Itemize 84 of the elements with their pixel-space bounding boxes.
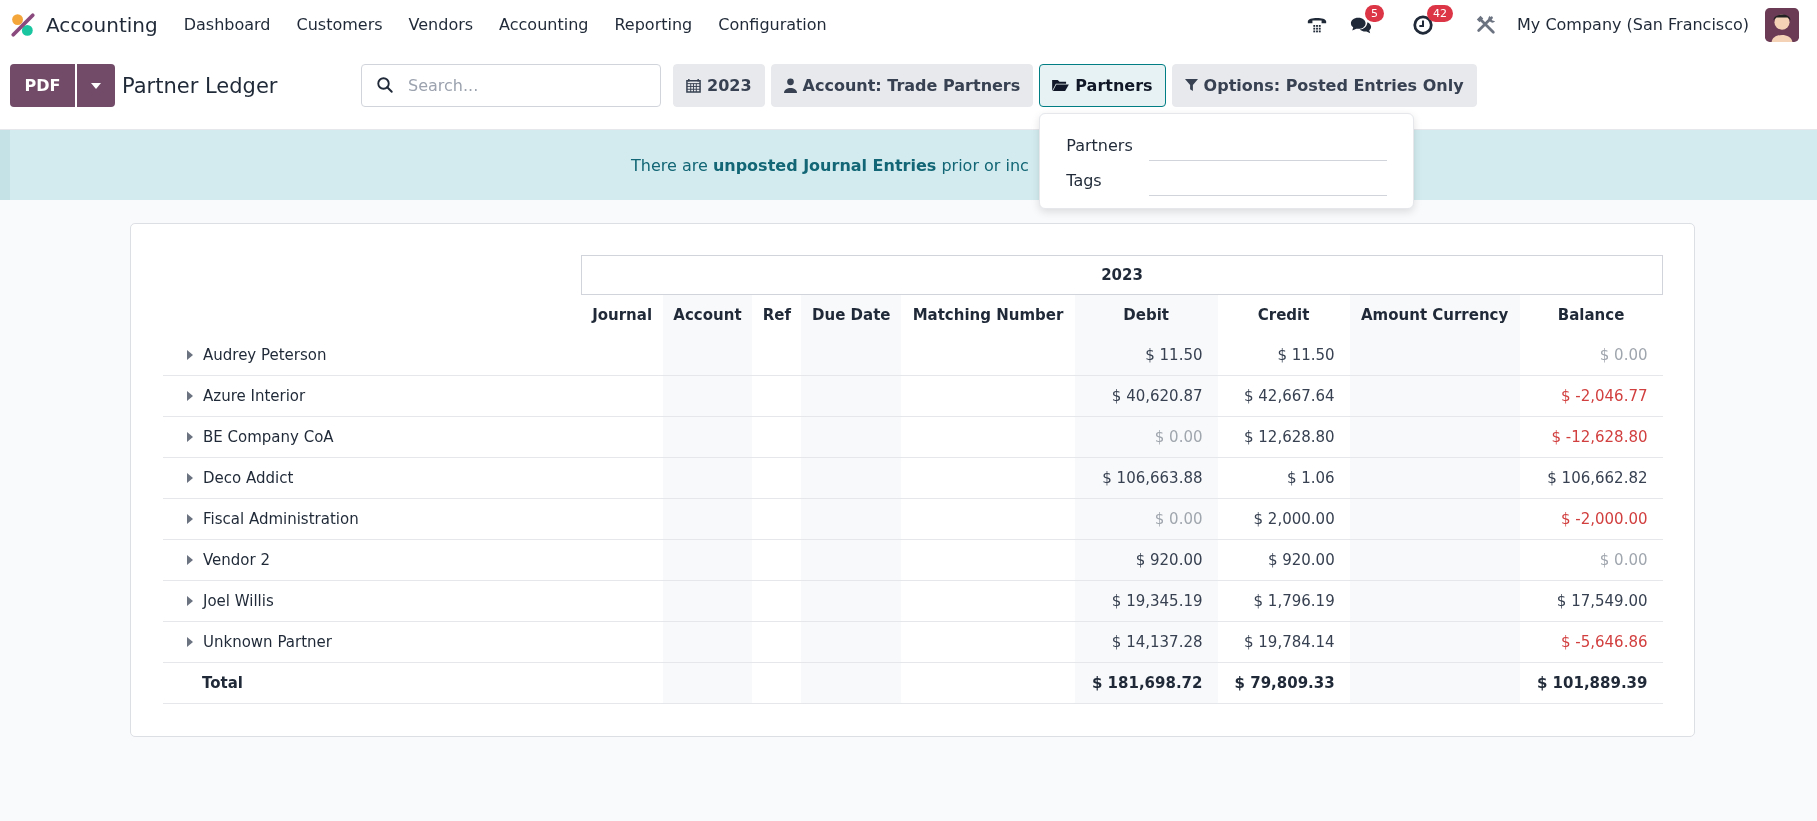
filter-button[interactable]: Account: Trade Partners — [770, 64, 1034, 107]
caret-icon — [91, 82, 101, 89]
menu-item[interactable]: Accounting — [499, 15, 589, 34]
caret-right-icon[interactable] — [187, 432, 193, 442]
caret-right-icon[interactable] — [187, 514, 193, 524]
filter-button[interactable]: 2023 — [673, 64, 765, 107]
menu-item[interactable]: Configuration — [718, 15, 827, 34]
search-icon — [376, 76, 394, 94]
amount-cell: $ 2,000.00 — [1253, 510, 1335, 528]
folder-icon — [1052, 79, 1070, 92]
banner-text: There are unposted Journal Entries prior or inc — [631, 155, 1029, 175]
user-icon — [783, 78, 797, 93]
column-group-header: 2023 — [581, 255, 1663, 295]
amount-cell: $ 17,549.00 — [1556, 592, 1648, 610]
partner-name[interactable]: Vendor 2 — [203, 551, 270, 569]
amount-cell: $ -12,628.80 — [1551, 428, 1648, 446]
caret-right-icon[interactable] — [187, 555, 193, 565]
amount-cell: $ 19,345.19 — [1111, 592, 1203, 610]
partner-name[interactable]: Audrey Peterson — [203, 346, 327, 364]
report-title: Partner Ledger — [122, 73, 278, 98]
column-header: Amount Currency — [1349, 294, 1520, 335]
amount-cell: $ -2,000.00 — [1560, 510, 1648, 528]
column-header: Matching Number — [901, 294, 1075, 335]
amount-cell: $ 14,137.28 — [1111, 633, 1203, 651]
partner-name[interactable]: Unknown Partner — [203, 633, 332, 651]
pdf-button[interactable]: PDF — [10, 64, 75, 107]
total-label: Total — [202, 674, 243, 692]
column-header: Credit — [1217, 294, 1350, 335]
column-header: Balance — [1519, 294, 1663, 335]
amount-cell: $ 0.00 — [1599, 346, 1648, 364]
amount-cell: $ 920.00 — [1267, 551, 1335, 569]
column-header: Account — [662, 294, 753, 335]
amount-cell: $ 0.00 — [1154, 510, 1203, 528]
caret-right-icon[interactable] — [187, 350, 193, 360]
total-amount: $ 101,889.39 — [1536, 674, 1648, 692]
notification-badge: 42 — [1427, 4, 1454, 22]
search-field[interactable]: Search... — [361, 64, 661, 107]
company-switcher[interactable]: My Company (San Francisco) — [1517, 15, 1749, 34]
partner-name[interactable]: Deco Addict — [203, 469, 294, 487]
total-amount: $ 181,698.72 — [1091, 674, 1203, 692]
filter-icon — [1184, 79, 1198, 92]
amount-cell: $ 1.06 — [1286, 469, 1335, 487]
amount-cell: $ 40,620.87 — [1111, 387, 1203, 405]
amount-cell: $ 106,663.88 — [1102, 469, 1203, 487]
menu-item[interactable]: Vendors — [408, 15, 474, 34]
menu-item[interactable]: Dashboard — [183, 15, 271, 34]
calendar-icon — [686, 78, 701, 93]
total-amount: $ 79,809.33 — [1234, 674, 1335, 692]
amount-cell: $ 920.00 — [1135, 551, 1203, 569]
amount-cell: $ 12,628.80 — [1244, 428, 1335, 446]
avatar-icon[interactable] — [1765, 7, 1799, 42]
caret-right-icon[interactable] — [187, 637, 193, 647]
column-header: Due Date — [801, 294, 902, 335]
column-header: Ref — [752, 294, 802, 335]
caret-right-icon[interactable] — [187, 391, 193, 401]
filter-button[interactable]: Partners — [1039, 64, 1166, 107]
amount-cell: $ 1,796.19 — [1253, 592, 1335, 610]
column-header: Journal — [581, 294, 663, 335]
menu-item[interactable]: Reporting — [614, 15, 693, 34]
caret-right-icon[interactable] — [187, 473, 193, 483]
tools-icon[interactable] — [1475, 13, 1498, 36]
partner-name[interactable]: Joel Willis — [203, 592, 274, 610]
amount-cell: $ 0.00 — [1154, 428, 1203, 446]
field-label: Tags — [1066, 171, 1103, 192]
amount-cell: $ 19,784.14 — [1244, 633, 1335, 651]
dropdown-toggle-button[interactable] — [77, 64, 115, 107]
column-header: Debit — [1074, 294, 1218, 335]
partner-name[interactable]: Azure Interior — [203, 387, 306, 405]
amount-cell: $ 11.50 — [1145, 346, 1203, 364]
partner-name[interactable]: BE Company CoA — [203, 428, 334, 446]
amount-cell: $ -5,646.86 — [1560, 633, 1648, 651]
amount-cell: $ 42,667.64 — [1244, 387, 1335, 405]
partner-name[interactable]: Fiscal Administration — [203, 510, 359, 528]
amount-cell: $ 0.00 — [1599, 551, 1648, 569]
amount-cell: $ 11.50 — [1277, 346, 1335, 364]
caret-right-icon[interactable] — [187, 596, 193, 606]
notification-badge: 5 — [1365, 4, 1385, 22]
field-label: Partners — [1066, 136, 1134, 157]
filter-button[interactable]: Options: Posted Entries Only — [1171, 64, 1477, 107]
app-logo-icon[interactable] — [10, 11, 36, 38]
amount-cell: $ -2,046.77 — [1560, 387, 1648, 405]
menu-item[interactable]: Customers — [296, 15, 383, 34]
amount-cell: $ 106,662.82 — [1547, 469, 1648, 487]
app-name[interactable]: Accounting — [46, 12, 158, 37]
